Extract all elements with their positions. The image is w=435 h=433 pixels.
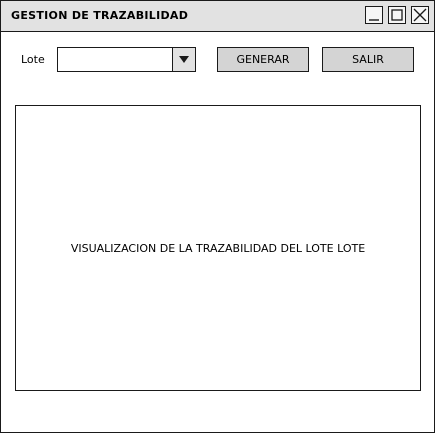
maximize-icon [389, 7, 405, 23]
lote-dropdown[interactable] [57, 47, 196, 72]
minimize-icon [366, 7, 382, 23]
lote-dropdown-toggle[interactable] [172, 48, 195, 71]
traceability-visualization-panel: VISUALIZACION DE LA TRAZABILIDAD DEL LOT… [15, 105, 421, 391]
triangle-down-icon [173, 48, 195, 71]
visualization-placeholder-text: VISUALIZACION DE LA TRAZABILIDAD DEL LOT… [70, 242, 366, 255]
window-title: GESTION DE TRAZABILIDAD [11, 9, 189, 22]
lote-label: Lote [21, 53, 45, 66]
maximize-button[interactable] [388, 6, 406, 24]
title-bar[interactable]: GESTION DE TRAZABILIDAD [1, 1, 434, 32]
generar-button[interactable]: GENERAR [217, 47, 309, 72]
close-icon [412, 7, 428, 23]
salir-button[interactable]: SALIR [322, 47, 414, 72]
minimize-button[interactable] [365, 6, 383, 24]
close-button[interactable] [411, 6, 429, 24]
app-window: GESTION DE TRAZABILIDAD Lote GENERAR SAL… [0, 0, 435, 433]
